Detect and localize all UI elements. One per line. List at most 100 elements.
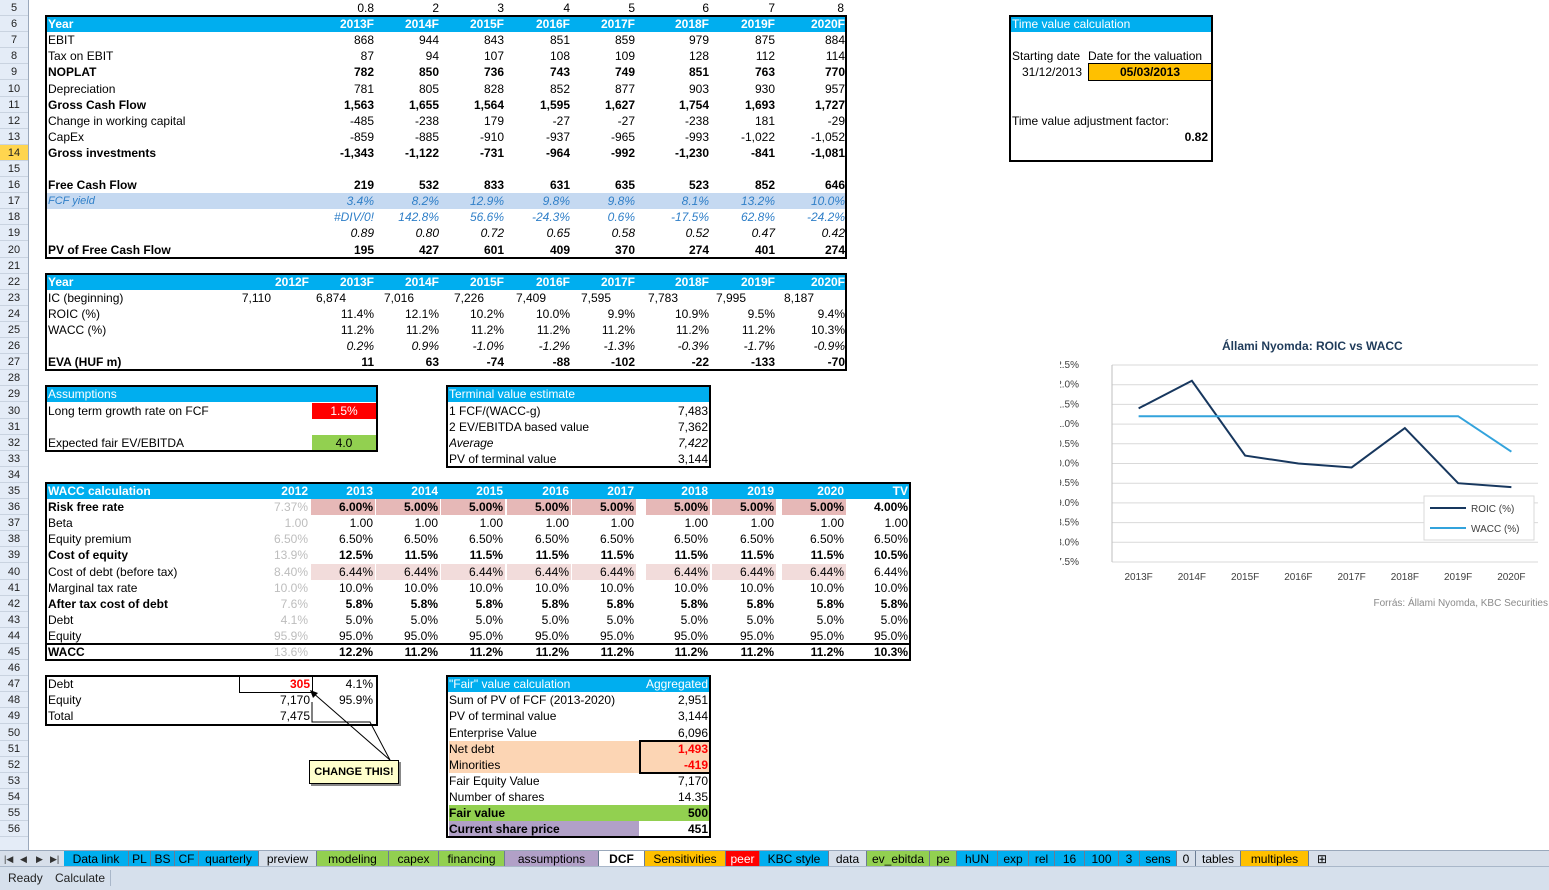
fcf-row-label[interactable] [48,161,313,177]
wacc-cell[interactable]: 95.0% [846,628,910,644]
fcf-cell[interactable]: 1,754 [646,97,711,113]
wacc-cell[interactable]: 95.0% [311,628,375,644]
wacc-cell[interactable]: 5.8% [311,596,375,612]
wacc-cell[interactable]: 1.00 [246,515,310,531]
fcf-cell[interactable]: 1,693 [712,97,777,113]
wacc-cell[interactable]: 12.2% [311,644,375,660]
row-header[interactable]: 15 [0,161,28,177]
fcf-cell[interactable]: 195 [311,242,376,258]
eva-cell[interactable]: 63 [376,354,441,370]
fcf-cell[interactable]: 0.72 [441,225,506,241]
fcf-cell[interactable]: 401 [712,242,777,258]
wacc-cell[interactable]: 11.5% [376,547,440,563]
fcf-cell[interactable]: 2017F [572,16,637,32]
wacc-cell[interactable]: 5.0% [782,612,846,628]
fair-value-row-value[interactable]: 451 [640,821,710,837]
eva-cell[interactable]: -0.9% [782,338,847,354]
wacc-cell[interactable]: 5.0% [311,612,375,628]
last-sheet-icon[interactable]: ▶| [50,851,59,867]
row-header[interactable]: 35 [0,483,28,499]
sheet-tab[interactable]: 0 [1177,851,1196,867]
row-header[interactable]: 11 [0,97,28,113]
wacc-cell[interactable]: 6.50% [246,531,310,547]
fcf-cell[interactable]: -1,122 [376,145,441,161]
row-header[interactable]: 39 [0,547,28,563]
wacc-cell[interactable]: 1.00 [846,515,910,531]
row-header[interactable]: 23 [0,290,28,306]
eva-row-label[interactable]: WACC (%) [48,322,248,338]
fcf-cell[interactable]: 851 [507,32,572,48]
wacc-cell[interactable]: 11.2% [712,644,776,660]
row-header[interactable]: 38 [0,531,28,547]
eva-cell[interactable]: -1.2% [507,338,572,354]
row-header[interactable]: 41 [0,580,28,596]
fcf-cell[interactable]: 805 [376,81,441,97]
row-header[interactable]: 17 [0,193,28,209]
fcf-cell[interactable]: 781 [311,81,376,97]
row-header[interactable]: 24 [0,306,28,322]
wacc-cell[interactable]: 7.6% [246,596,310,612]
fcf-cell[interactable] [712,161,777,177]
row-header[interactable]: 44 [0,628,28,644]
wacc-cell[interactable]: 1.00 [376,515,440,531]
fair-value-row-value[interactable]: 1,493 [640,741,710,757]
fcf-cell[interactable]: 370 [572,242,637,258]
row-header[interactable]: 52 [0,757,28,773]
fcf-cell[interactable]: -1,022 [712,129,777,145]
fcf-cell[interactable]: 56.6% [441,209,506,225]
eva-row-label[interactable]: EVA (HUF m) [48,354,248,370]
fair-value-row-value[interactable]: 6,096 [640,725,710,741]
fcf-cell[interactable]: -1,230 [646,145,711,161]
row-header[interactable]: 47 [0,676,28,692]
fcf-cell[interactable]: 850 [376,64,441,80]
row-header[interactable]: 33 [0,451,28,467]
wacc-cell[interactable]: 11.5% [441,547,505,563]
wacc-cell[interactable]: 5.8% [846,596,910,612]
wacc-cell[interactable]: 1.00 [441,515,505,531]
fcf-cell[interactable]: 868 [311,32,376,48]
wacc-cell[interactable]: 95.0% [712,628,776,644]
fcf-cell[interactable]: 736 [441,64,506,80]
wacc-cell[interactable]: 5.00% [507,499,571,515]
wacc-cell[interactable]: 6.44% [646,564,710,580]
fcf-cell[interactable]: 903 [646,81,711,97]
wacc-cell[interactable]: 6.00% [311,499,375,515]
eva-cell[interactable]: -74 [441,354,506,370]
fcf-cell[interactable]: 601 [441,242,506,258]
wacc-cell[interactable]: 10.0% [507,580,571,596]
sheet-tab[interactable]: exp [998,851,1029,867]
fcf-cell[interactable]: 979 [646,32,711,48]
eva-cell[interactable]: -1.0% [441,338,506,354]
eva-ic-cell[interactable]: 7,016 [348,290,416,306]
eva-cell[interactable]: -88 [507,354,572,370]
start-date-value[interactable]: 31/12/2013 [1016,64,1088,80]
wacc-cell[interactable]: 12.5% [311,547,375,563]
fcf-row-label[interactable]: Depreciation [48,81,313,97]
fcf-cell[interactable] [572,161,637,177]
eva-cell[interactable]: 11 [311,354,376,370]
wacc-cell[interactable]: 6.44% [572,564,636,580]
eva-cell[interactable]: -1.3% [572,338,637,354]
eva-ic-cell[interactable]: 6,874 [280,290,348,306]
fcf-cell[interactable] [376,161,441,177]
fcf-cell[interactable] [311,161,376,177]
fcf-cell[interactable]: 763 [712,64,777,80]
fcf-cell[interactable]: 128 [646,48,711,64]
next-sheet-icon[interactable]: ▶ [36,851,43,867]
wacc-cell[interactable]: 10.0% [572,580,636,596]
row-header[interactable]: 45 [0,644,28,660]
fcf-cell[interactable]: 749 [572,64,637,80]
eva-cell[interactable]: 11.2% [572,322,637,338]
wacc-cell[interactable]: 6.50% [712,531,776,547]
fcf-cell[interactable]: 274 [782,242,847,258]
wacc-cell[interactable]: 6.50% [376,531,440,547]
row-header[interactable]: 37 [0,515,28,531]
wacc-cell[interactable]: 8.40% [246,564,310,580]
wacc-cell[interactable]: 4.00% [846,499,910,515]
eva-row-label[interactable] [48,338,248,354]
fcf-cell[interactable] [507,161,572,177]
row-header[interactable]: 5 [0,0,28,16]
wacc-cell[interactable]: 6.50% [646,531,710,547]
sheet-tab[interactable]: CF [175,851,199,867]
adjustment-factor-value[interactable]: 0.82 [1110,129,1210,145]
